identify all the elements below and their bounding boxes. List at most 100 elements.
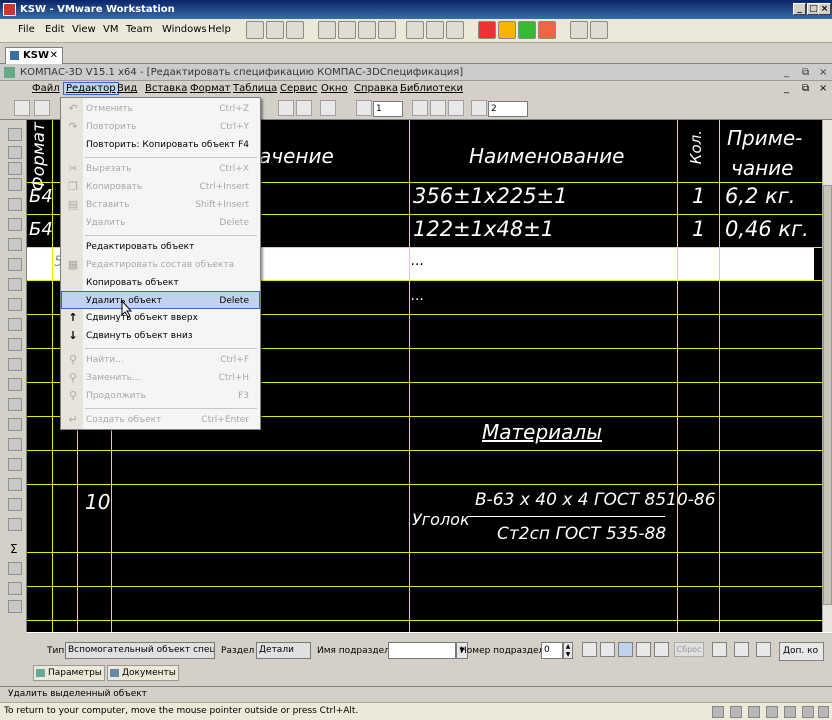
tab-parameters[interactable]: Параметры <box>33 665 105 681</box>
snap-icon[interactable] <box>412 100 428 116</box>
step-input[interactable]: 1 <box>373 101 403 117</box>
tool-icon-1[interactable] <box>8 128 22 141</box>
device-floppy-icon[interactable] <box>748 706 760 718</box>
vertical-scrollbar[interactable] <box>822 120 832 632</box>
prop-tool-icon-4[interactable] <box>636 642 651 657</box>
step-icon[interactable] <box>356 100 372 116</box>
sum-icon[interactable]: Σ <box>10 542 18 556</box>
kompas-close-icon[interactable]: × <box>819 64 827 81</box>
stepper-icon[interactable]: ▲ ▼ <box>563 642 573 659</box>
menu-replace[interactable]: ⚲ Заменить... Ctrl+H <box>61 369 260 387</box>
type-field[interactable]: Вспомогательный объект специфи <box>65 642 215 659</box>
scrollbar-thumb[interactable] <box>823 185 832 605</box>
section-field[interactable]: Детали <box>256 642 311 659</box>
cursor-icon[interactable] <box>430 100 446 116</box>
kmenu-format[interactable]: Формат <box>190 83 231 94</box>
view-normal-icon[interactable] <box>318 21 336 39</box>
device-cd-icon[interactable] <box>730 706 742 718</box>
kmenu-service[interactable]: Сервис <box>280 83 317 94</box>
tool-icon-5[interactable] <box>8 198 22 211</box>
menu-paste[interactable]: ▤ Вставить Shift+Insert <box>61 196 260 214</box>
menu-edit[interactable]: Edit <box>45 24 64 35</box>
menu-team[interactable]: Team <box>126 24 152 35</box>
tool-icon-12[interactable] <box>8 338 22 351</box>
reset-button[interactable]: Сброс <box>674 642 704 657</box>
menu-delete-object[interactable]: Удалить объект Delete <box>61 291 260 309</box>
menu-copy-object[interactable]: Копировать объект <box>61 274 260 292</box>
menu-file[interactable]: File <box>18 24 35 35</box>
menu-repeat-copy[interactable]: Повторить: Копировать объект F4 <box>61 136 260 154</box>
tool-icon-2[interactable] <box>8 146 22 159</box>
menu-vm[interactable]: VM <box>103 24 118 35</box>
kmenu-editor[interactable]: Редактор <box>63 82 119 95</box>
snapshot-manager-icon[interactable] <box>286 21 304 39</box>
tool-icon-6[interactable] <box>8 218 22 231</box>
new-document-icon[interactable] <box>14 100 30 116</box>
device-sound-icon[interactable] <box>802 706 814 718</box>
preferences-icon[interactable] <box>590 21 608 39</box>
kmenu-help[interactable]: Справка <box>354 83 398 94</box>
tool-icon-24[interactable] <box>8 600 22 613</box>
tool-icon-20[interactable] <box>8 498 22 511</box>
menu-edit-composition[interactable]: ▦ Редактировать состав объекта <box>61 256 260 274</box>
tool-icon-22[interactable] <box>8 562 22 575</box>
menu-create-object[interactable]: ↵ Создать объект Ctrl+Enter <box>61 411 260 429</box>
ortho-icon[interactable] <box>448 100 464 116</box>
tool-icon-14[interactable] <box>8 378 22 391</box>
doc-restore-icon[interactable]: ⧉ <box>802 83 809 94</box>
kompas-restore-icon[interactable]: ⧉ <box>802 64 809 81</box>
doc-close-icon[interactable]: × <box>819 83 827 94</box>
menu-edit-object[interactable]: Редактировать объект <box>61 238 260 256</box>
summary-icon[interactable] <box>426 21 444 39</box>
view-fullscreen-icon[interactable] <box>338 21 356 39</box>
close-icon[interactable]: × <box>818 3 831 15</box>
menu-copy[interactable]: ❐ Копировать Ctrl+Insert <box>61 178 260 196</box>
revert-icon[interactable] <box>266 21 284 39</box>
kmenu-insert[interactable]: Вставка <box>145 83 187 94</box>
reset-icon[interactable] <box>538 21 556 39</box>
kmenu-view[interactable]: Вид <box>117 83 137 94</box>
tool-icon-10[interactable] <box>8 298 22 311</box>
tool-icon-7[interactable] <box>8 238 22 251</box>
prop-tool-icon-5[interactable] <box>654 642 669 657</box>
menu-windows[interactable]: Windows <box>162 24 207 35</box>
section-icon[interactable] <box>278 100 294 116</box>
menu-cut[interactable]: ✂ Вырезать Ctrl+X <box>61 160 260 178</box>
menu-redo[interactable]: ↷ Повторить Ctrl+Y <box>61 118 260 136</box>
extra-columns-button[interactable]: Доп. ко <box>779 642 824 661</box>
kmenu-window[interactable]: Окно <box>321 83 348 94</box>
device-network-icon[interactable] <box>766 706 778 718</box>
tab-documents[interactable]: Документы <box>107 665 179 681</box>
prop-tool-icon-6[interactable] <box>712 642 727 657</box>
message-icon[interactable] <box>818 706 829 718</box>
menu-view[interactable]: View <box>72 24 96 35</box>
menu-help[interactable]: Help <box>208 24 231 35</box>
display-icon[interactable] <box>320 100 336 116</box>
prop-tool-icon-7[interactable] <box>734 642 749 657</box>
tool-icon-18[interactable] <box>8 458 22 471</box>
zoom-icon[interactable] <box>296 100 312 116</box>
console-icon[interactable] <box>406 21 424 39</box>
tool-icon-21[interactable] <box>8 518 22 531</box>
prop-tool-icon-2[interactable] <box>600 642 615 657</box>
kmenu-table[interactable]: Таблица <box>233 83 277 94</box>
power-off-icon[interactable] <box>478 21 496 39</box>
tool-icon-17[interactable] <box>8 438 22 451</box>
tool-icon-9[interactable] <box>8 278 22 291</box>
power-on-icon[interactable] <box>518 21 536 39</box>
device-hdd-icon[interactable] <box>712 706 724 718</box>
tab-ksw[interactable]: KSW ✕ <box>5 47 63 64</box>
view-quickswitch-icon[interactable] <box>358 21 376 39</box>
prop-tool-icon-8[interactable] <box>756 642 771 657</box>
snapshot-icon[interactable] <box>246 21 264 39</box>
doc-minimize-icon[interactable]: _ <box>784 83 789 94</box>
tool-icon-19[interactable] <box>8 478 22 491</box>
menu-find[interactable]: ⚲ Найти... Ctrl+F <box>61 351 260 369</box>
minimize-icon[interactable]: _ <box>793 3 806 15</box>
tool-icon-16[interactable] <box>8 418 22 431</box>
prop-tool-icon-1[interactable] <box>582 642 597 657</box>
menu-continue[interactable]: ⚲ Продолжить F3 <box>61 387 260 405</box>
subsection-select[interactable] <box>388 642 456 659</box>
tool-icon-8[interactable] <box>8 258 22 271</box>
tool-icon-11[interactable] <box>8 318 22 331</box>
